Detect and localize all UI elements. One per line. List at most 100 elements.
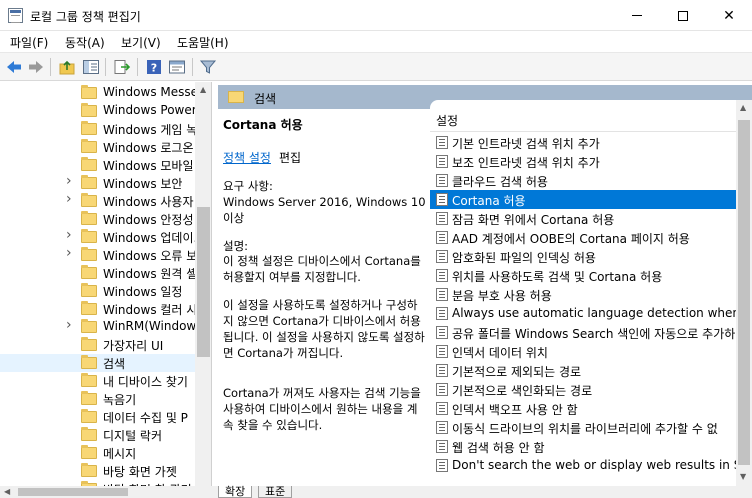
list-vertical-scrollbar[interactable]: ▲ ▼ (736, 100, 752, 486)
policy-row[interactable]: 분음 부호 사용 허용 (430, 285, 736, 304)
policy-row[interactable]: 기본적으로 제외되는 경로 (430, 361, 736, 380)
policy-row[interactable]: 이동식 드라이브의 위치를 라이브러리에 추가할 수 없 (430, 418, 736, 437)
expand-chevron-icon[interactable]: › (66, 192, 72, 207)
policy-row-label: Don't search the web or display web resu… (452, 458, 736, 472)
policy-row[interactable]: 인덱서 백오프 사용 안 함 (430, 399, 736, 418)
forward-arrow-icon[interactable] (27, 58, 45, 76)
menu-view[interactable]: 보기(V) (121, 34, 161, 51)
tree-vertical-scrollbar[interactable]: ▲ (195, 82, 211, 486)
tree-item-label: 메시지 (103, 447, 137, 461)
tree-item[interactable]: Windows 안정성 (0, 210, 195, 228)
title-bar: 로컬 그룹 정책 편집기 ✕ (0, 0, 752, 31)
maximize-button[interactable] (660, 0, 706, 31)
expand-chevron-icon[interactable]: › (66, 246, 72, 261)
policy-setting-icon (436, 155, 448, 168)
tree-item[interactable]: › WinRM(Windows (0, 318, 195, 336)
back-arrow-icon[interactable] (5, 58, 23, 76)
tree-item[interactable]: Windows 원격 셸 (0, 264, 195, 282)
policy-row[interactable]: 기본 인트라넷 검색 위치 추가 (430, 133, 736, 152)
policy-row-label: AAD 계정에서 OOBE의 Cortana 페이지 허용 (452, 232, 690, 246)
tree-item[interactable]: 데이터 수집 및 P (0, 408, 195, 426)
tree-item-label: Windows 원격 셸 (103, 267, 195, 281)
show-hide-tree-icon[interactable] (82, 58, 100, 76)
tree-item[interactable]: 디지털 락커 (0, 426, 195, 444)
tree-item[interactable]: Windows 로그온 (0, 138, 195, 156)
scroll-left-arrow-icon[interactable]: ◀ (4, 487, 10, 496)
policy-row[interactable]: 암호화된 파일의 인덱싱 허용 (430, 247, 736, 266)
tree-item[interactable]: Windows Messer (0, 84, 195, 102)
policy-setting-icon (436, 174, 448, 187)
policy-row[interactable]: 클라우드 검색 허용 (430, 171, 736, 190)
tab-extended[interactable]: 확장 (218, 486, 253, 498)
description-label: 설명: (223, 239, 249, 253)
tree-item[interactable]: Windows 컬러 시 (0, 300, 195, 318)
tree-item[interactable]: › Windows 사용자 (0, 192, 195, 210)
policy-row[interactable]: 잠금 화면 위에서 Cortana 허용 (430, 209, 736, 228)
tree-item[interactable]: Windows 모바일 (0, 156, 195, 174)
scroll-up-arrow-icon[interactable]: ▲ (740, 103, 746, 112)
menu-bar: 파일(F) 동작(A) 보기(V) 도움말(H) (0, 31, 752, 53)
policy-setting-icon (436, 212, 448, 225)
expand-chevron-icon[interactable]: › (66, 174, 72, 189)
tree-item[interactable]: 내 디바이스 찾기 (0, 372, 195, 390)
tree-item[interactable]: › Windows 보안 (0, 174, 195, 192)
policy-row[interactable]: 웹 검색 허용 안 함 (430, 437, 736, 456)
settings-list: 설정 기본 인트라넷 검색 위치 추가 보조 인트라넷 검색 위치 추가 클라우드 … (430, 100, 752, 486)
tree-item[interactable]: 가장자리 UI (0, 336, 195, 354)
tree-item[interactable]: 녹음기 (0, 390, 195, 408)
help-icon[interactable]: ? (145, 58, 163, 76)
minimize-button[interactable] (614, 0, 660, 31)
tree-item[interactable]: Windows 게임 녹 (0, 120, 195, 138)
expand-chevron-icon[interactable]: › (66, 228, 72, 243)
policy-row[interactable]: 기본적으로 색인화되는 경로 (430, 380, 736, 399)
scroll-up-arrow-icon[interactable]: ▲ (200, 85, 206, 94)
filter-icon[interactable] (199, 58, 217, 76)
column-header-setting[interactable]: 설정 (436, 112, 458, 129)
tree-item[interactable]: › Windows 업데이. (0, 228, 195, 246)
policy-row-label: 이동식 드라이브의 위치를 라이브러리에 추가할 수 없 (452, 422, 718, 436)
list-scroll-thumb[interactable] (738, 120, 750, 465)
tree-item[interactable]: Windows PowerS (0, 102, 195, 120)
tree-item-label: Windows 로그온 (103, 141, 194, 155)
description-paragraph: 이 정책 설정은 디바이스에서 Cortana를 허용할지 여부를 지정합니다. (223, 254, 421, 284)
policy-row[interactable]: 위치를 사용하도록 검색 및 Cortana 허용 (430, 266, 736, 285)
export-list-icon[interactable] (113, 58, 131, 76)
policy-setting-icon (436, 250, 448, 263)
policy-setting-icon (436, 459, 448, 472)
tree-item[interactable]: › Windows 오류 보 (0, 246, 195, 264)
policy-row[interactable]: 인덱서 데이터 위치 (430, 342, 736, 361)
tree-item[interactable]: 바탕 화면 가젯 (0, 462, 195, 480)
expand-chevron-icon[interactable]: › (66, 318, 72, 333)
policy-row-label: 기본적으로 제외되는 경로 (452, 365, 582, 379)
menu-file[interactable]: 파일(F) (10, 34, 48, 51)
policy-setting-icon (436, 193, 448, 206)
policy-setting-icon (436, 231, 448, 244)
policy-row-label: Cortana 허용 (452, 194, 526, 208)
tree-scroll-thumb[interactable] (197, 207, 210, 357)
properties-icon[interactable] (168, 58, 186, 76)
policy-row[interactable]: Don't search the web or display web resu… (430, 456, 736, 475)
folder-icon (81, 283, 97, 297)
tree-horizontal-scrollbar[interactable]: ◀ (0, 486, 212, 498)
tree-item-label: 녹음기 (103, 393, 137, 407)
policy-row[interactable]: Cortana 허용 (430, 190, 736, 209)
policy-row[interactable]: 보조 인트라넷 검색 위치 추가 (430, 152, 736, 171)
menu-action[interactable]: 동작(A) (65, 34, 105, 51)
tree-item[interactable]: 검색 (0, 354, 195, 372)
tree-hscroll-thumb[interactable] (18, 488, 128, 496)
menu-help[interactable]: 도움말(H) (177, 34, 229, 51)
policy-row-label: 분음 부호 사용 허용 (452, 289, 552, 303)
tree-item[interactable]: Windows 일정 (0, 282, 195, 300)
edit-policy-link[interactable]: 정책 설정 (223, 149, 271, 166)
policy-row[interactable]: AAD 계정에서 OOBE의 Cortana 페이지 허용 (430, 228, 736, 247)
folder-icon (81, 463, 97, 477)
up-folder-icon[interactable] (58, 58, 76, 76)
policy-row[interactable]: 공유 폴더를 Windows Search 색인에 자동으로 추가하 (430, 323, 736, 342)
policy-row[interactable]: Always use automatic language detection … (430, 304, 736, 323)
close-icon: ✕ (723, 7, 735, 24)
tree-item[interactable]: 메시지 (0, 444, 195, 462)
tab-standard[interactable]: 표준 (258, 486, 293, 498)
tree-item-label: Windows 오류 보 (103, 249, 195, 263)
close-button[interactable]: ✕ (706, 0, 752, 31)
scroll-down-arrow-icon[interactable]: ▼ (740, 472, 746, 481)
